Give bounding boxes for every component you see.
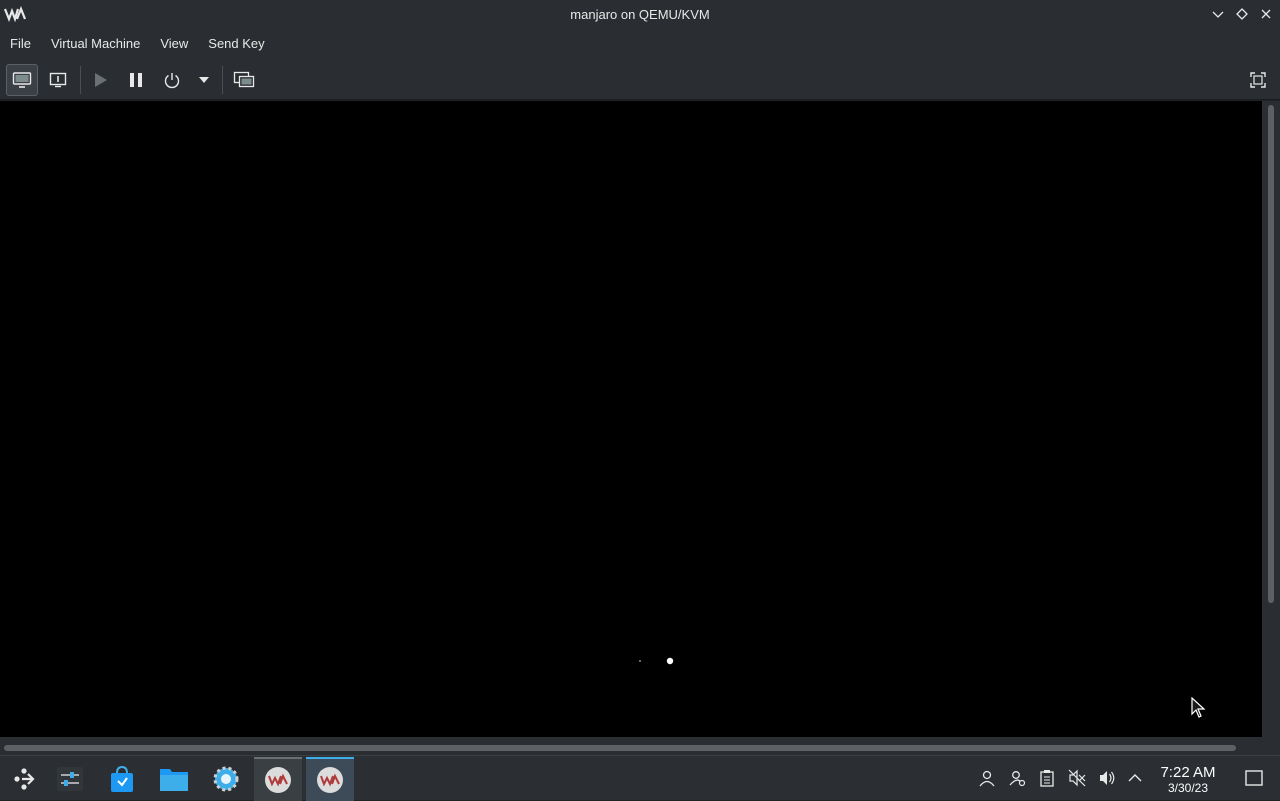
show-desktop-icon[interactable] <box>1244 768 1264 788</box>
maximize-icon[interactable] <box>1232 4 1252 24</box>
mute-icon[interactable] <box>1067 768 1087 788</box>
title-bar: manjaro on QEMU/KVM <box>0 0 1280 28</box>
toolbar <box>0 60 1280 100</box>
details-icon[interactable] <box>42 64 74 96</box>
clock-date: 3/30/23 <box>1167 781 1209 795</box>
window-title: manjaro on QEMU/KVM <box>570 7 710 22</box>
file-manager-icon[interactable] <box>150 757 198 801</box>
horizontal-scrollbar[interactable] <box>0 737 1280 755</box>
virt-manager-active-window-icon[interactable] <box>306 757 354 801</box>
software-store-icon[interactable] <box>98 757 146 801</box>
menu-view[interactable]: View <box>150 28 198 60</box>
pause-icon[interactable] <box>122 64 150 96</box>
console-icon[interactable] <box>6 64 38 96</box>
clock[interactable]: 7:22 AM 3/30/23 <box>1150 764 1226 796</box>
vertical-scrollbar-thumb[interactable] <box>1268 105 1274 603</box>
system-settings-panel-icon[interactable] <box>46 757 94 801</box>
power-icon[interactable] <box>158 64 186 96</box>
dropdown-arrow-icon[interactable] <box>194 64 214 96</box>
app-launcher-icon[interactable] <box>0 757 48 801</box>
clipboard-icon[interactable] <box>1037 768 1057 788</box>
minimize-icon[interactable] <box>1208 4 1228 24</box>
menu-virtual-machine[interactable]: Virtual Machine <box>41 28 150 60</box>
fullscreen-icon[interactable] <box>1244 64 1272 96</box>
toolbar-separator <box>80 66 81 94</box>
close-icon[interactable] <box>1256 4 1276 24</box>
mouse-cursor-icon <box>1190 696 1206 724</box>
menu-send-key[interactable]: Send Key <box>198 28 274 60</box>
user-icon[interactable] <box>977 768 997 788</box>
taskbar: 7:22 AM 3/30/23 <box>0 755 1280 801</box>
volume-icon[interactable] <box>1097 768 1117 788</box>
menu-bar: File Virtual Machine View Send Key <box>0 28 1280 60</box>
user-switch-icon[interactable] <box>1007 768 1027 788</box>
settings-icon[interactable] <box>202 757 250 801</box>
vertical-scrollbar[interactable] <box>1262 101 1280 737</box>
horizontal-scrollbar-thumb[interactable] <box>4 745 1236 751</box>
expand-tray-icon[interactable] <box>1125 768 1145 788</box>
boot-spinner <box>639 657 674 665</box>
play-icon[interactable] <box>86 64 114 96</box>
menu-file[interactable]: File <box>0 28 41 60</box>
vm-console-display[interactable] <box>0 101 1262 737</box>
clock-time: 7:22 AM <box>1160 764 1216 781</box>
virt-manager-window-icon[interactable] <box>254 757 302 801</box>
toolbar-separator <box>222 66 223 94</box>
snapshots-icon[interactable] <box>230 64 258 96</box>
